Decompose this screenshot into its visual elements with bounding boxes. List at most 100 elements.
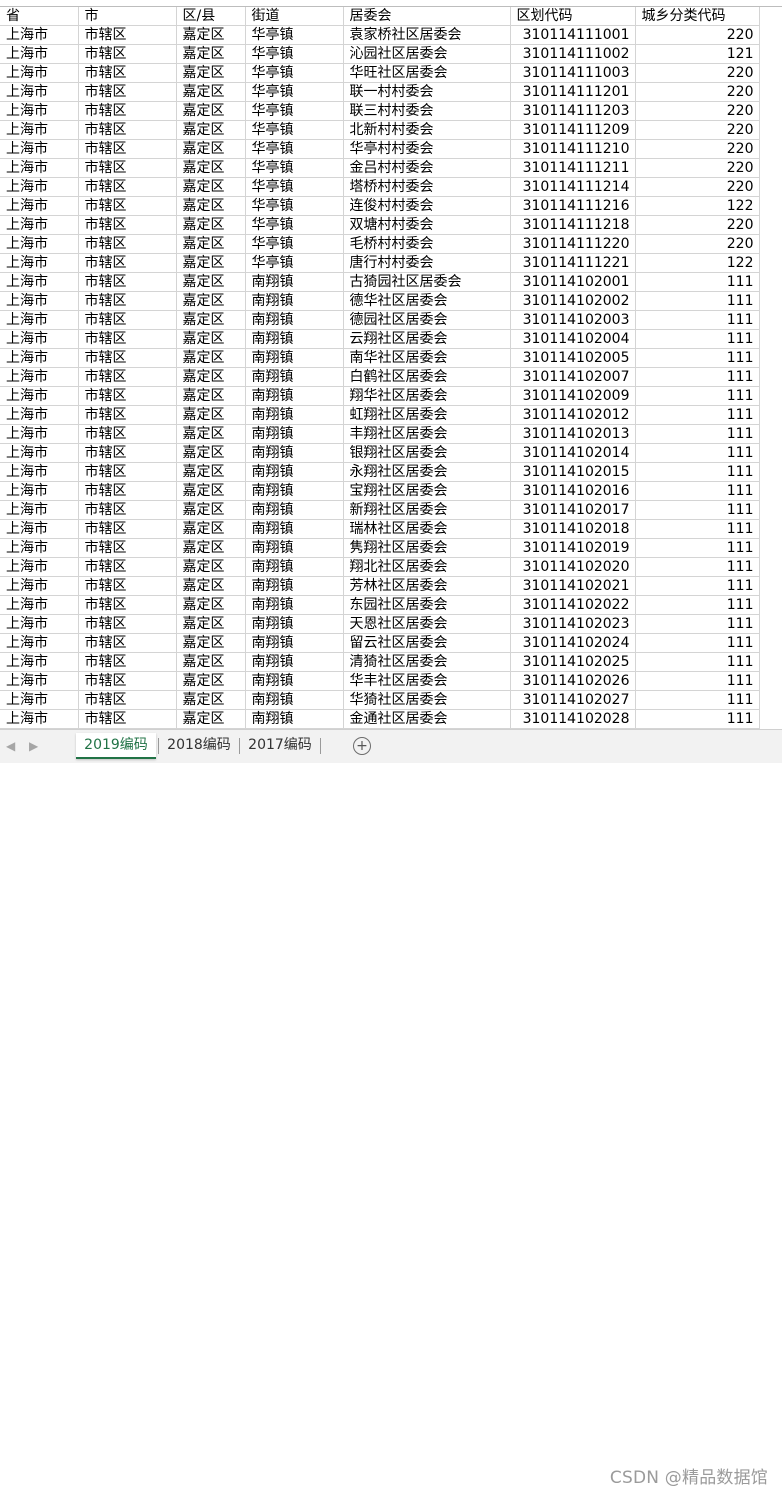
committee-cell[interactable]: 古猗园社区居委会 [343, 272, 511, 292]
city-cell[interactable]: 市辖区 [78, 481, 177, 501]
district-cell[interactable]: 嘉定区 [176, 633, 246, 653]
province-cell[interactable]: 上海市 [0, 101, 79, 121]
province-cell[interactable]: 上海市 [0, 481, 79, 501]
province-cell[interactable]: 上海市 [0, 633, 79, 653]
city-cell[interactable]: 市辖区 [78, 538, 177, 558]
committee-cell[interactable]: 天恩社区居委会 [343, 614, 511, 634]
province-cell[interactable]: 上海市 [0, 329, 79, 349]
code-cell[interactable]: 310114111003 [510, 63, 636, 83]
district-cell[interactable]: 嘉定区 [176, 443, 246, 463]
province-cell[interactable]: 上海市 [0, 272, 79, 292]
province-cell[interactable]: 上海市 [0, 177, 79, 197]
committee-cell[interactable]: 华丰社区居委会 [343, 671, 511, 691]
urban-rural-code-cell[interactable]: 111 [635, 652, 760, 672]
code-cell[interactable]: 310114102002 [510, 291, 636, 311]
urban-rural-code-cell[interactable]: 111 [635, 595, 760, 615]
province-cell[interactable]: 上海市 [0, 500, 79, 520]
province-cell[interactable]: 上海市 [0, 253, 79, 273]
city-cell[interactable]: 市辖区 [78, 443, 177, 463]
tab-2019[interactable]: 2019编码 [76, 733, 156, 759]
code-cell[interactable]: 310114102023 [510, 614, 636, 634]
city-cell[interactable]: 市辖区 [78, 82, 177, 102]
urban-rural-code-cell[interactable]: 122 [635, 196, 760, 216]
province-cell[interactable]: 上海市 [0, 291, 79, 311]
column-header[interactable]: 城乡分类代码 [635, 7, 760, 26]
district-cell[interactable]: 嘉定区 [176, 462, 246, 482]
province-cell[interactable]: 上海市 [0, 196, 79, 216]
street-cell[interactable]: 南翔镇 [245, 443, 344, 463]
street-cell[interactable]: 南翔镇 [245, 329, 344, 349]
district-cell[interactable]: 嘉定区 [176, 595, 246, 615]
committee-cell[interactable]: 德华社区居委会 [343, 291, 511, 311]
province-cell[interactable]: 上海市 [0, 652, 79, 672]
committee-cell[interactable]: 东园社区居委会 [343, 595, 511, 615]
spreadsheet-sheet[interactable]: 省市区/县 街道 居委会 区划代码 城乡分类代码 上海市 市辖区 嘉定区 华亭镇 袁家桥社区居委会… [0, 0, 782, 729]
street-cell[interactable]: 南翔镇 [245, 595, 344, 615]
committee-cell[interactable]: 华亭村村委会 [343, 139, 511, 159]
province-cell[interactable]: 上海市 [0, 462, 79, 482]
city-cell[interactable]: 市辖区 [78, 272, 177, 292]
street-cell[interactable]: 华亭镇 [245, 253, 344, 273]
urban-rural-code-cell[interactable]: 111 [635, 272, 760, 292]
committee-cell[interactable]: 沁园社区居委会 [343, 44, 511, 64]
code-cell[interactable]: 310114111220 [510, 234, 636, 254]
city-cell[interactable]: 市辖区 [78, 633, 177, 653]
street-cell[interactable]: 华亭镇 [245, 82, 344, 102]
district-cell[interactable]: 嘉定区 [176, 538, 246, 558]
committee-cell[interactable]: 翔北社区居委会 [343, 557, 511, 577]
urban-rural-code-cell[interactable]: 121 [635, 44, 760, 64]
urban-rural-code-cell[interactable]: 111 [635, 709, 760, 729]
street-cell[interactable]: 南翔镇 [245, 481, 344, 501]
code-cell[interactable]: 310114102012 [510, 405, 636, 425]
province-cell[interactable]: 上海市 [0, 557, 79, 577]
city-cell[interactable]: 市辖区 [78, 234, 177, 254]
city-cell[interactable]: 市辖区 [78, 519, 177, 539]
committee-cell[interactable]: 连俊村村委会 [343, 196, 511, 216]
street-cell[interactable]: 南翔镇 [245, 386, 344, 406]
code-cell[interactable]: 310114102022 [510, 595, 636, 615]
province-cell[interactable]: 上海市 [0, 310, 79, 330]
add-sheet-plus-icon[interactable]: + [353, 737, 371, 755]
street-cell[interactable]: 南翔镇 [245, 633, 344, 653]
code-cell[interactable]: 310114102013 [510, 424, 636, 444]
province-cell[interactable]: 上海市 [0, 158, 79, 178]
district-cell[interactable]: 嘉定区 [176, 709, 246, 729]
tab-2017[interactable]: 2017编码 [241, 733, 319, 757]
urban-rural-code-cell[interactable]: 220 [635, 158, 760, 178]
code-cell[interactable]: 310114102004 [510, 329, 636, 349]
code-cell[interactable]: 310114102003 [510, 310, 636, 330]
code-cell[interactable]: 310114102017 [510, 500, 636, 520]
column-header[interactable]: 市 [78, 7, 177, 26]
street-cell[interactable]: 南翔镇 [245, 424, 344, 444]
code-cell[interactable]: 310114102015 [510, 462, 636, 482]
city-cell[interactable]: 市辖区 [78, 120, 177, 140]
street-cell[interactable]: 南翔镇 [245, 576, 344, 596]
code-cell[interactable]: 310114111002 [510, 44, 636, 64]
province-cell[interactable]: 上海市 [0, 386, 79, 406]
city-cell[interactable]: 市辖区 [78, 196, 177, 216]
prev-sheet-arrow-icon[interactable]: ◀ [6, 739, 15, 753]
district-cell[interactable]: 嘉定区 [176, 215, 246, 235]
district-cell[interactable]: 嘉定区 [176, 139, 246, 159]
province-cell[interactable]: 上海市 [0, 443, 79, 463]
city-cell[interactable]: 市辖区 [78, 424, 177, 444]
city-cell[interactable]: 市辖区 [78, 25, 177, 45]
district-cell[interactable]: 嘉定区 [176, 234, 246, 254]
city-cell[interactable]: 市辖区 [78, 291, 177, 311]
city-cell[interactable]: 市辖区 [78, 348, 177, 368]
urban-rural-code-cell[interactable]: 111 [635, 500, 760, 520]
district-cell[interactable]: 嘉定区 [176, 63, 246, 83]
urban-rural-code-cell[interactable]: 111 [635, 576, 760, 596]
urban-rural-code-cell[interactable]: 220 [635, 234, 760, 254]
code-cell[interactable]: 310114111201 [510, 82, 636, 102]
district-cell[interactable]: 嘉定区 [176, 196, 246, 216]
province-cell[interactable]: 上海市 [0, 44, 79, 64]
committee-cell[interactable]: 丰翔社区居委会 [343, 424, 511, 444]
district-cell[interactable]: 嘉定区 [176, 424, 246, 444]
urban-rural-code-cell[interactable]: 111 [635, 462, 760, 482]
district-cell[interactable]: 嘉定区 [176, 481, 246, 501]
committee-cell[interactable]: 银翔社区居委会 [343, 443, 511, 463]
committee-cell[interactable]: 华旺社区居委会 [343, 63, 511, 83]
district-cell[interactable]: 嘉定区 [176, 557, 246, 577]
street-cell[interactable]: 南翔镇 [245, 405, 344, 425]
